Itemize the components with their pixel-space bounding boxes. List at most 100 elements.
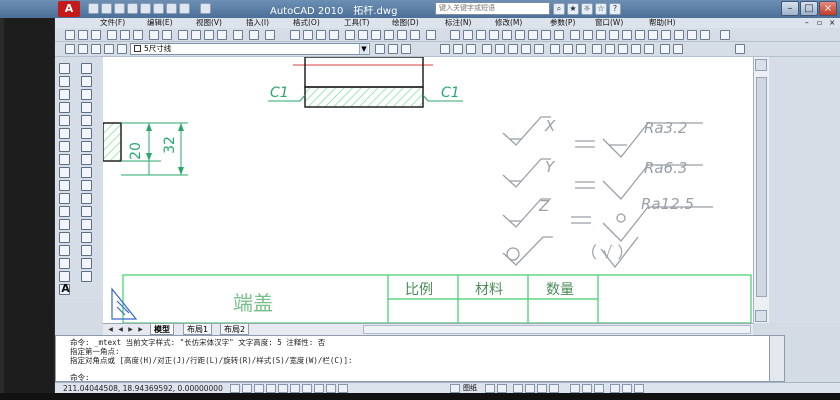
osnap-settings-icon[interactable] <box>673 44 683 54</box>
snap-midpoint-icon[interactable] <box>495 44 505 54</box>
auto-scale-button[interactable] <box>594 384 604 393</box>
help-search-input[interactable]: 键入关键字或短语 <box>435 2 550 15</box>
lineweight-button[interactable] <box>326 384 336 393</box>
annotation-visibility-button[interactable] <box>582 384 592 393</box>
qopen-icon[interactable] <box>101 3 112 14</box>
quick-dim-icon[interactable] <box>554 30 564 40</box>
draw-ellipse-arc-icon[interactable] <box>59 193 70 204</box>
tab-last-arrow[interactable]: ▶ <box>136 325 145 334</box>
snap-none-icon[interactable] <box>660 44 670 54</box>
menu-modify[interactable]: 修改(M) <box>495 18 522 28</box>
draw-point-icon[interactable] <box>59 232 70 243</box>
3d-dwf-icon[interactable] <box>149 30 159 40</box>
workspace-icon[interactable] <box>200 3 211 14</box>
dim-jogged-icon[interactable] <box>515 30 525 40</box>
redo-dropdown-icon[interactable] <box>179 3 190 14</box>
menu-view[interactable]: 视图(V) <box>196 18 222 28</box>
scroll-thumb[interactable] <box>756 77 767 297</box>
pan-icon[interactable] <box>290 30 300 40</box>
break-icon[interactable] <box>81 219 92 230</box>
snap-insert-icon[interactable] <box>618 44 628 54</box>
dim-aligned-icon[interactable] <box>463 30 473 40</box>
design-center-icon[interactable] <box>358 30 368 40</box>
minimize-button[interactable]: – <box>781 1 799 16</box>
search-icon[interactable]: ⌕ <box>553 3 565 15</box>
draw-construction-line-icon[interactable] <box>59 76 70 87</box>
snap-tangent-icon[interactable] <box>576 44 586 54</box>
make-block-icon[interactable] <box>59 219 70 230</box>
dim-ordinate-icon[interactable] <box>489 30 499 40</box>
dynamic-ucs-button[interactable] <box>302 384 312 393</box>
close-button[interactable]: × <box>819 1 837 16</box>
dim-angular-icon[interactable] <box>541 30 551 40</box>
snap-nearest-icon[interactable] <box>644 44 654 54</box>
help-icon-2[interactable] <box>426 30 436 40</box>
xline-icon[interactable] <box>453 44 463 54</box>
draw-spline-icon[interactable] <box>59 167 70 178</box>
markup-icon[interactable] <box>397 30 407 40</box>
move-icon[interactable] <box>81 128 92 139</box>
center-mark-icon[interactable] <box>635 30 645 40</box>
command-window[interactable]: 命令: _mtext 当前文字样式: "长仿宋体汉字" 文字高度: 5 注释性:… <box>55 335 785 382</box>
tab-next-arrow[interactable]: ▶ <box>126 325 135 334</box>
menu-window[interactable]: 窗口(W) <box>595 18 623 28</box>
menu-file[interactable]: 文件(F) <box>100 18 125 28</box>
dim-continue-icon[interactable] <box>583 30 593 40</box>
snap-quadrant-icon[interactable] <box>563 44 573 54</box>
new-icon[interactable] <box>65 30 75 40</box>
qnew-icon[interactable] <box>88 3 99 14</box>
dim-space-icon[interactable] <box>596 30 606 40</box>
chamfer-icon[interactable] <box>81 245 92 256</box>
copy-object-icon[interactable] <box>81 76 92 87</box>
color-swatch-icon[interactable] <box>117 44 127 54</box>
menu-tools[interactable]: 工具(T) <box>344 18 369 28</box>
cut-icon[interactable] <box>178 30 188 40</box>
subscription-icon[interactable]: ★ <box>567 3 579 15</box>
rotate-icon[interactable] <box>81 141 92 152</box>
undo-icon-2[interactable] <box>249 30 259 40</box>
array-icon[interactable] <box>81 115 92 126</box>
layer-dropdown[interactable]: 5尺寸线 ▼ <box>130 43 370 55</box>
draw-circle-icon[interactable] <box>59 141 70 152</box>
tab-model[interactable]: 模型 <box>150 324 174 335</box>
qsave-icon[interactable] <box>114 3 125 14</box>
redo-icon[interactable] <box>166 3 177 14</box>
insert-block-icon[interactable] <box>59 206 70 217</box>
chevron-down-icon[interactable]: ▼ <box>359 44 368 54</box>
sheet-set-icon[interactable] <box>384 30 394 40</box>
draw-ellipse-icon[interactable] <box>59 180 70 191</box>
properties-icon[interactable] <box>345 30 355 40</box>
help-icon[interactable]: ? <box>609 3 621 15</box>
app-menu-button[interactable]: A <box>58 1 80 17</box>
menu-doc-restore[interactable]: ▫ <box>817 18 822 28</box>
quick-view-layouts-button[interactable] <box>485 384 495 393</box>
snap-center-icon[interactable] <box>550 44 560 54</box>
erase-icon[interactable] <box>81 63 92 74</box>
fillet-icon[interactable] <box>81 258 92 269</box>
draw-rectangle-icon[interactable] <box>59 115 70 126</box>
lightbulb-icon[interactable] <box>78 44 88 54</box>
make-current-icon[interactable] <box>375 44 385 54</box>
menu-draw[interactable]: 绘图(D) <box>392 18 419 28</box>
open-icon[interactable] <box>78 30 88 40</box>
snap-intersection-icon[interactable] <box>508 44 518 54</box>
dim-edit-icon[interactable] <box>674 30 684 40</box>
grid-display-button[interactable] <box>242 384 252 393</box>
dim-diameter-icon[interactable] <box>528 30 538 40</box>
explode-icon[interactable] <box>81 271 92 282</box>
clean-screen-button[interactable] <box>634 384 644 393</box>
inspection-icon[interactable] <box>648 30 658 40</box>
snap-parallel-icon[interactable] <box>605 44 615 54</box>
object-snap-tracking-button[interactable] <box>290 384 300 393</box>
snap-endpoint-icon[interactable] <box>482 44 492 54</box>
quickcalc-icon[interactable] <box>410 30 420 40</box>
snap-apparent-icon[interactable] <box>521 44 531 54</box>
tolerance-icon[interactable] <box>622 30 632 40</box>
draw-arc-icon[interactable] <box>59 128 70 139</box>
model-paper-icon[interactable] <box>450 384 460 393</box>
snap-mode-button[interactable] <box>230 384 240 393</box>
preview-icon[interactable] <box>120 30 130 40</box>
tool-palettes-icon[interactable] <box>371 30 381 40</box>
dynamic-input-button[interactable] <box>314 384 324 393</box>
object-snap-button[interactable] <box>278 384 288 393</box>
